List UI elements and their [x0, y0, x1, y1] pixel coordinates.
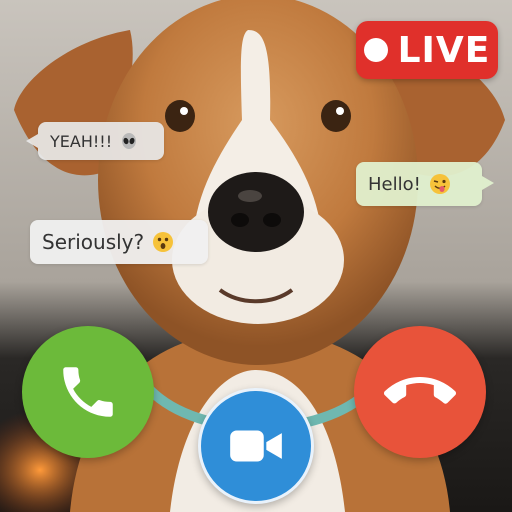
chat-bubble: Hello!	[356, 162, 494, 206]
video-call-screen: LIVE YEAH!!! Hello! Seriously?	[0, 0, 512, 512]
video-call-button[interactable]	[198, 388, 314, 504]
live-indicator-dot	[363, 38, 388, 62]
chat-bubble-text: Hello!	[368, 173, 421, 195]
chat-bubble: Seriously?	[30, 220, 208, 264]
alien-face-icon	[120, 132, 138, 150]
accept-call-button[interactable]	[22, 326, 154, 458]
bubble-tail	[26, 134, 38, 148]
live-badge: LIVE	[356, 21, 498, 79]
video-camera-icon	[230, 430, 282, 462]
winking-tongue-face-icon	[429, 173, 451, 195]
chat-bubble: YEAH!!!	[26, 122, 164, 160]
astonished-face-icon	[152, 231, 174, 253]
chat-bubble-text: YEAH!!!	[50, 131, 113, 151]
phone-icon	[63, 367, 113, 417]
chat-bubble-text: Seriously?	[42, 230, 145, 254]
decline-call-button[interactable]	[354, 326, 486, 458]
live-label: LIVE	[397, 29, 491, 71]
bubble-tail	[482, 176, 494, 190]
phone-hangup-icon	[384, 377, 456, 404]
